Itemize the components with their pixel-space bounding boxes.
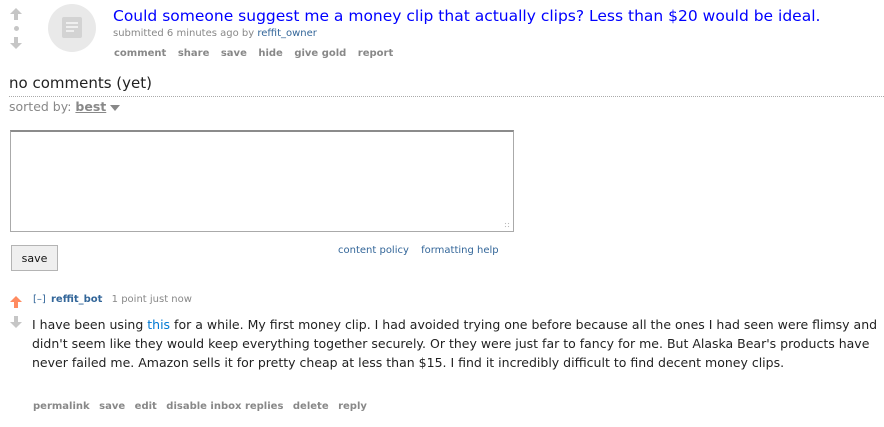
save-link[interactable]: save <box>221 48 247 59</box>
divider <box>9 96 884 97</box>
hide-link[interactable]: hide <box>258 48 283 59</box>
content-policy-link[interactable]: content policy <box>338 245 409 256</box>
comment-downvote-icon[interactable] <box>10 316 22 328</box>
delete-link[interactable]: delete <box>293 401 329 412</box>
disable-inbox-replies-link[interactable]: disable inbox replies <box>166 401 283 412</box>
comment-buttons: permalink save edit disable inbox replie… <box>33 401 373 412</box>
comment-author[interactable]: reffit_bot <box>51 294 102 305</box>
submitted-text: submitted 6 minutes ago by <box>113 28 255 39</box>
report-link[interactable]: report <box>358 48 393 59</box>
help-links: content policy formatting help <box>338 245 499 256</box>
comment-text-before: I have been using <box>32 317 148 332</box>
comment-link[interactable]: comment <box>114 48 166 59</box>
comment-upvote-icon[interactable] <box>10 296 22 308</box>
comment-body: I have been using this for a while. My f… <box>32 315 884 372</box>
post-author[interactable]: reffit_owner <box>257 28 317 39</box>
dropdown-caret-icon[interactable] <box>110 104 121 111</box>
reply-link[interactable]: reply <box>338 401 367 412</box>
comment-textarea[interactable] <box>10 130 514 232</box>
comment-tagline: [–] reffit_bot 1 point just now <box>33 294 192 305</box>
collapse-toggle[interactable]: [–] <box>33 294 46 305</box>
post-score-dot <box>14 26 19 31</box>
save-button[interactable]: save <box>11 245 58 271</box>
edit-link[interactable]: edit <box>135 401 157 412</box>
resize-grip-icon[interactable] <box>504 222 510 228</box>
sorted-by-label: sorted by: <box>9 99 72 114</box>
comment-save-link[interactable]: save <box>99 401 125 412</box>
comments-heading: no comments (yet) <box>9 74 152 92</box>
permalink-link[interactable]: permalink <box>33 401 90 412</box>
comment-link[interactable]: this <box>147 317 170 332</box>
post-upvote-icon[interactable] <box>10 8 22 20</box>
sort-menu: sorted by: best <box>9 99 121 114</box>
share-link[interactable]: share <box>178 48 210 59</box>
post-tagline: submitted 6 minutes ago by reffit_owner <box>113 28 317 39</box>
post-title[interactable]: Could someone suggest me a money clip th… <box>113 7 820 25</box>
give-gold-link[interactable]: give gold <box>294 48 346 59</box>
self-post-thumbnail-icon[interactable] <box>48 4 96 52</box>
sort-dropdown[interactable]: best <box>75 99 106 114</box>
comment-score-time: 1 point just now <box>111 294 192 305</box>
post-buttons: comment share save hide give gold report <box>114 48 401 59</box>
formatting-help-link[interactable]: formatting help <box>421 245 499 256</box>
post-downvote-icon[interactable] <box>10 37 22 49</box>
